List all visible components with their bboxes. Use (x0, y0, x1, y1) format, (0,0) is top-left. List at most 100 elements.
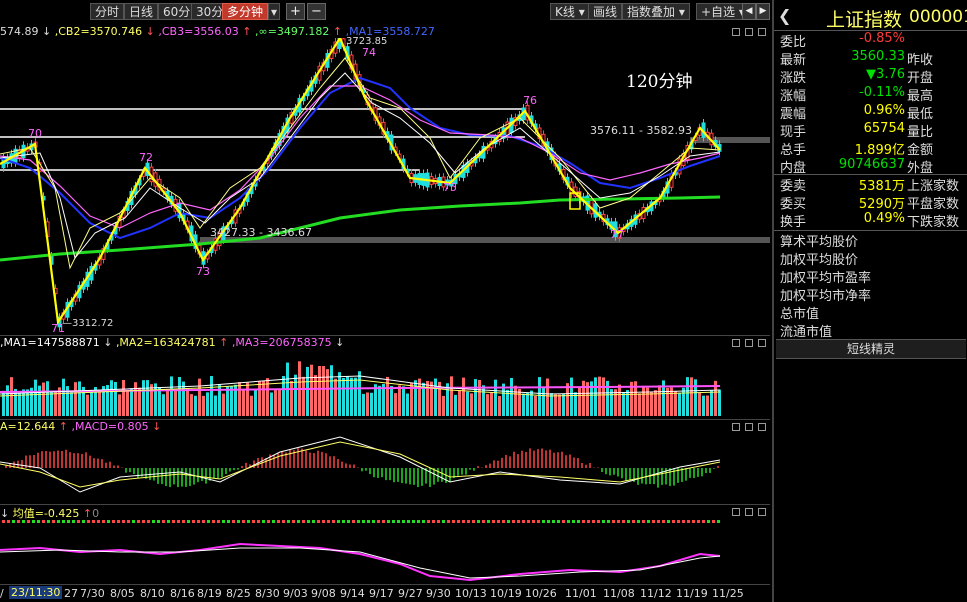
volume-bar (686, 377, 689, 416)
x-axis-label: 10/13 (455, 587, 487, 600)
volume-bar (710, 390, 713, 416)
volume-bar (10, 377, 13, 416)
macd-panel-minimize-icon[interactable] (732, 423, 740, 431)
period-dropdown-arrow[interactable]: ▾ (268, 3, 281, 20)
annotation-right: 3576.11 - 3582.93 (590, 124, 692, 137)
signal-dot (312, 520, 315, 523)
volume-bar (362, 393, 365, 416)
signal-dot (317, 520, 320, 523)
period-tab-fenshi[interactable]: 分时 (90, 3, 125, 20)
volume-bar (370, 392, 373, 416)
index-overlay-button[interactable]: 指数叠加 ▾ (622, 3, 690, 20)
volume-bar (550, 393, 553, 416)
volume-bar (274, 390, 277, 416)
signal-dot (672, 520, 675, 523)
annotation-low: —3312.72 (62, 318, 114, 329)
volume-bar (350, 377, 353, 416)
volume-bar (478, 379, 481, 416)
panel-minimize-icon[interactable] (732, 28, 740, 36)
quote-row-label: 换手 (780, 215, 807, 230)
signal-dot (497, 520, 500, 523)
signal-dot (427, 520, 430, 523)
signal-dot (282, 520, 285, 523)
signal-dot (42, 520, 45, 523)
x-axis-separator (0, 584, 770, 585)
ind-first: 574.89 (0, 25, 39, 38)
macd-panel-close-icon[interactable] (758, 423, 766, 431)
prev-arrow-icon[interactable]: ◀ (742, 3, 756, 20)
signal-dot (212, 520, 215, 523)
signal-dot (387, 520, 390, 523)
signal-dot (562, 520, 565, 523)
signal-dot (82, 520, 85, 523)
signal-dot (717, 520, 720, 523)
signal-dot (277, 520, 280, 523)
x-axis-left-cut: / (0, 587, 4, 600)
volume-bar (538, 377, 541, 416)
vol-panel-maximize-icon[interactable] (745, 339, 753, 347)
signal-dot (342, 520, 345, 523)
period-tab-daily[interactable]: 日线 (124, 3, 159, 20)
panel-maximize-icon[interactable] (745, 28, 753, 36)
volume-bar (186, 388, 189, 416)
macd-panel-maximize-icon[interactable] (745, 423, 753, 431)
quote-row-label: 震幅 (780, 107, 807, 122)
volume-bar (658, 385, 661, 416)
signal-dot (557, 520, 560, 523)
signal-dot (692, 520, 695, 523)
volume-bar (522, 393, 525, 416)
volume-bar (50, 390, 53, 416)
x-axis-label: 9/08 (311, 587, 336, 600)
volume-bar (6, 385, 9, 416)
signal-dot (67, 520, 70, 523)
signal-dot (112, 520, 115, 523)
quote-row: 现手 65754 量比 (778, 121, 967, 140)
avg-panel-maximize-icon[interactable] (745, 508, 753, 516)
avg-panel-minimize-icon[interactable] (732, 508, 740, 516)
volume-bar (70, 391, 73, 416)
volume-bar (210, 376, 213, 416)
signal-dot (522, 520, 525, 523)
signal-dot (322, 520, 325, 523)
volume-bar (130, 388, 133, 416)
line-type-button[interactable]: K线 ▾ (550, 3, 590, 20)
quote-code: 000001 (909, 7, 967, 27)
volume-bar (458, 390, 461, 416)
signal-dot (542, 520, 545, 523)
vol-panel-minimize-icon[interactable] (732, 339, 740, 347)
signal-dot (612, 520, 615, 523)
period-tab-60min[interactable]: 60分 (158, 3, 196, 20)
zoom-out-button[interactable]: − (307, 3, 326, 20)
signal-dot (397, 520, 400, 523)
short-sprite-header[interactable]: 短线精灵 (776, 339, 966, 359)
period-tab-multi-minute[interactable]: 多分钟 (222, 3, 269, 20)
panel-close-icon[interactable] (758, 28, 766, 36)
ind-cb2: ,CB2=3570.746 (54, 25, 143, 38)
signal-dot (62, 520, 65, 523)
wave-label-70: 70 (28, 127, 42, 140)
signal-dot (122, 520, 125, 523)
quote-row-label: 最新 (780, 53, 807, 68)
volume-bar (322, 366, 325, 416)
volume-bar (358, 371, 361, 416)
fin-item: 加权平均市盈率 (780, 271, 872, 286)
volume-bar (250, 395, 253, 416)
volume-bar (34, 379, 37, 416)
avg-panel-close-icon[interactable] (758, 508, 766, 516)
signal-dot (47, 520, 50, 523)
vol-panel-close-icon[interactable] (758, 339, 766, 347)
wave-label-74: 74 (362, 46, 376, 59)
volume-bar (326, 369, 329, 416)
volume-bar (258, 380, 261, 416)
signal-dot (127, 520, 130, 523)
back-icon[interactable]: ❮ (778, 6, 791, 25)
volume-bar (542, 387, 545, 416)
signal-dot (52, 520, 55, 523)
signal-dot (417, 520, 420, 523)
x-axis-label: 8/25 (226, 587, 251, 600)
volume-bar (614, 389, 617, 416)
quote-row-value: 1.899亿 (854, 143, 905, 158)
zoom-in-button[interactable]: + (286, 3, 305, 20)
draw-line-button[interactable]: 画线 (588, 3, 623, 20)
next-arrow-icon[interactable]: ▶ (756, 3, 770, 20)
